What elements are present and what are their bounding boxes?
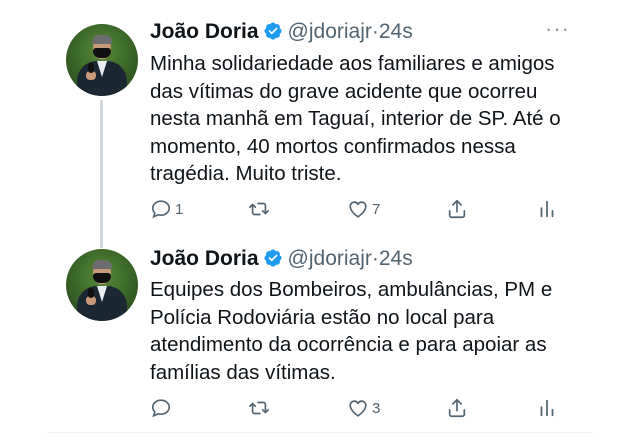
like-icon (349, 400, 367, 417)
tweet-actions: 1 7 (150, 197, 570, 221)
avatar[interactable] (66, 249, 138, 321)
reply-icon (151, 200, 171, 219)
retweet-button[interactable] (248, 396, 273, 420)
like-button[interactable]: 7 (347, 197, 380, 221)
share-icon (448, 398, 466, 418)
timestamp[interactable]: 24s (379, 247, 413, 270)
reply-button[interactable] (150, 396, 175, 420)
tweet-actions: 3 (150, 396, 570, 420)
tweet-text: Equipes dos Bombeiros, ambulâncias, PM e… (150, 278, 553, 384)
tweet-header: João Doria @jdoriajr·24s (150, 19, 413, 45)
analytics-button[interactable] (536, 197, 558, 221)
share-icon (448, 199, 466, 219)
separator-dot: · (371, 247, 379, 270)
like-count: 7 (372, 200, 381, 218)
author-name[interactable]: João Doria (150, 20, 259, 43)
author-handle[interactable]: @jdoriajr (288, 20, 372, 43)
verified-badge-icon (263, 249, 282, 267)
analytics-icon (540, 399, 554, 417)
share-button[interactable] (446, 396, 468, 420)
analytics-button[interactable] (536, 396, 558, 420)
verified-badge-icon (263, 22, 282, 40)
like-button[interactable]: 3 (347, 396, 380, 420)
share-button[interactable] (446, 197, 468, 221)
divider (46, 432, 594, 433)
tweet-header: João Doria @jdoriajr·24s (150, 246, 413, 272)
separator-dot: · (371, 20, 379, 43)
reply-count: 1 (175, 200, 184, 218)
author-handle[interactable]: @jdoriajr (288, 247, 372, 270)
like-icon (349, 201, 367, 218)
more-icon[interactable]: ··· (545, 16, 570, 42)
analytics-icon (540, 200, 554, 218)
reply-button[interactable]: 1 (150, 197, 183, 221)
author-name[interactable]: João Doria (150, 247, 259, 270)
retweet-icon (249, 202, 269, 216)
retweet-icon (249, 401, 269, 415)
retweet-button[interactable] (248, 197, 273, 221)
like-count: 3 (372, 399, 381, 417)
avatar[interactable] (66, 24, 138, 96)
timestamp[interactable]: 24s (379, 20, 413, 43)
tweet-text: Minha solidariedade aos familiares e ami… (150, 52, 561, 185)
thread-connector-line (100, 100, 103, 248)
reply-icon (151, 399, 171, 418)
